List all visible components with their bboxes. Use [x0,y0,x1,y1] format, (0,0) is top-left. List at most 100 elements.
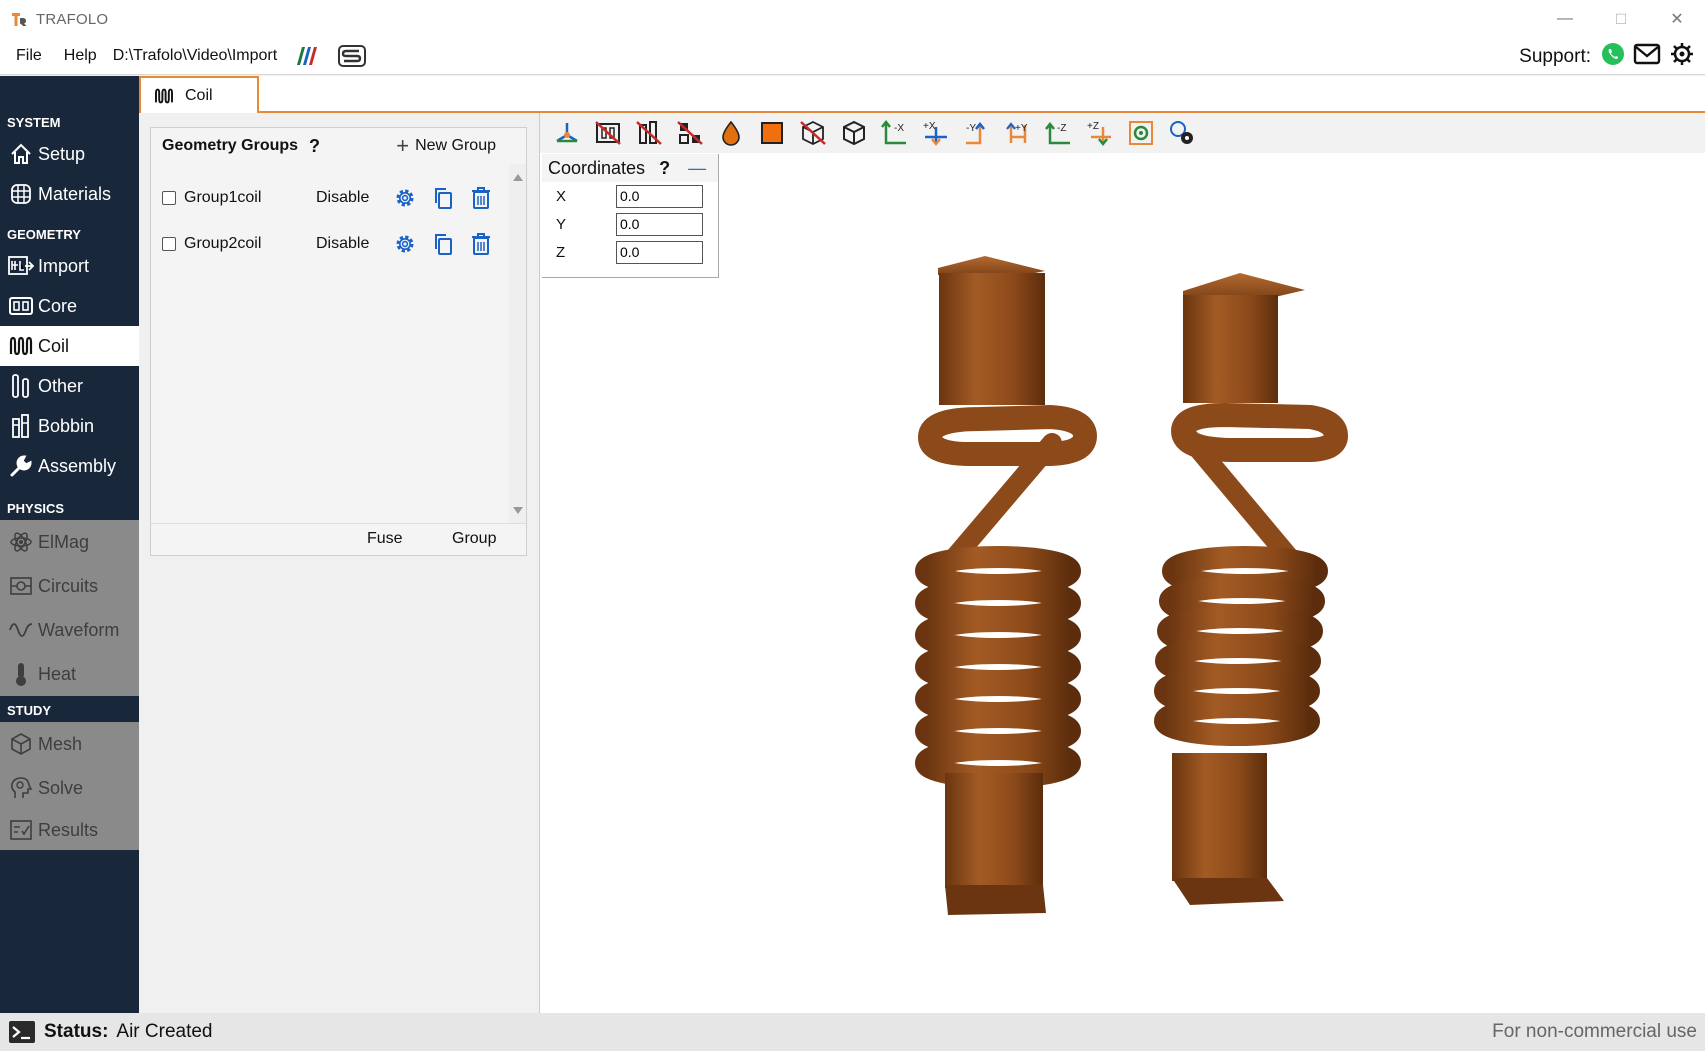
group-checkbox[interactable] [162,237,176,251]
minimize-button[interactable]: — [1537,0,1593,38]
sidebar-item-assembly[interactable]: Assembly [0,446,139,486]
group-name: Group1coil [184,189,262,206]
disable-button[interactable]: Disable [316,189,386,207]
hide-bobbin-icon[interactable] [628,115,669,151]
geometry-groups-panel: Geometry Groups ? + New Group Group1coil… [150,127,527,556]
whatsapp-icon[interactable] [1601,42,1625,71]
terminal-icon [8,1019,36,1045]
settings-gear-icon[interactable] [386,232,424,256]
sidebar-item-other[interactable]: Other [0,366,139,406]
sidebar-item-label: Waveform [38,619,120,640]
copy-icon[interactable] [424,232,462,256]
sidebar-item-coil[interactable]: Coil [0,326,139,366]
groups-scrollbar[interactable] [509,164,526,524]
view-neg-x-icon[interactable]: -X [874,115,915,151]
simulation-logo-icon[interactable] [337,44,367,68]
coil-right[interactable] [1154,273,1349,905]
sidebar-item-import[interactable]: Import [0,246,139,286]
solve-head-icon [8,775,34,801]
coil-scene[interactable] [540,153,1705,1013]
view-neg-z-icon[interactable]: -Z [1038,115,1079,151]
sidebar-item-label: Other [38,375,84,396]
axis-label: +X [923,121,936,132]
hide-core-icon[interactable] [587,115,628,151]
y-input[interactable] [616,212,703,236]
group-row: Group1coil Disable [151,174,509,222]
minimize-panel-button[interactable]: — [688,158,706,179]
materials-grid-icon [8,181,34,207]
disable-button[interactable]: Disable [316,235,386,253]
sidebar-item-label: ElMag [38,531,90,552]
sidebar-item-bobbin[interactable]: Bobbin [0,406,139,446]
tab-strip: Coil [139,76,1705,113]
x-label: X [556,187,567,205]
menu-help[interactable]: Help [64,47,97,65]
group-row: Group2coil Disable [151,220,509,268]
view-pos-x-icon[interactable]: +X [915,115,956,151]
sidebar-item-solve: Solve [0,766,139,810]
view-pos-z-icon[interactable]: +Z [1079,115,1120,151]
coil-left[interactable] [915,256,1098,915]
close-button[interactable]: ✕ [1649,0,1705,38]
settings-view-icon[interactable] [1161,115,1202,151]
view-neg-y-icon[interactable]: -Y [956,115,997,151]
sidebar-item-waveform: Waveform [0,608,139,652]
tab-coil[interactable]: Coil [139,76,259,113]
settings-gear-icon[interactable] [386,186,424,210]
copy-icon[interactable] [424,186,462,210]
coord-row-y: Y [542,210,718,238]
cube-view-icon[interactable] [833,115,874,151]
x-input[interactable] [616,184,703,208]
license-text: For non-commercial use [1492,1021,1697,1042]
sidebar-item-core[interactable]: Core [0,286,139,326]
material-drop-icon[interactable] [710,115,751,151]
app-title: TRAFOLO [36,10,109,28]
axis-label: +Z [1087,121,1099,132]
delete-icon[interactable] [462,186,500,210]
coordinates-help-button[interactable]: ? [659,158,670,179]
group-name: Group2coil [184,235,262,252]
bobbin-icon [8,413,34,439]
sidebar-item-label: Results [38,819,99,840]
wireframe-icon[interactable] [792,115,833,151]
partner-logo-icon[interactable] [291,45,323,67]
group-checkbox[interactable] [162,191,176,205]
3d-viewport[interactable]: -X +X -Y +Y -Z +Z Coordinates ? — X 0.0 … [539,113,1705,1013]
hide-other-icon[interactable] [669,115,710,151]
fuse-button[interactable]: Fuse [367,530,403,548]
axes-icon[interactable] [546,115,587,151]
project-path: D:\Trafolo\Video\Import [112,47,278,64]
help-button[interactable]: ? [309,136,320,157]
scroll-up-icon[interactable] [513,174,523,181]
sidebar-item-materials[interactable]: Materials [0,174,139,214]
status-label: Status: [44,1021,109,1042]
mail-icon[interactable] [1633,43,1661,70]
sidebar-item-heat: Heat [0,652,139,696]
results-icon [8,817,34,843]
group-button[interactable]: Group [452,530,496,548]
scroll-down-icon[interactable] [513,507,523,514]
fit-view-icon[interactable] [1120,115,1161,151]
section-physics: PHYSICS [7,501,65,516]
coil-icon [153,88,175,104]
tab-label: Coil [185,86,213,104]
trafolo-window: TRAFOLO — ☐ ✕ File Help D:\Trafolo\Video… [0,0,1705,1051]
support-label: Support: [1519,45,1591,67]
sidebar-item-label: Materials [38,183,112,204]
delete-icon[interactable] [462,232,500,256]
coord-row-z: Z [542,238,718,266]
z-input[interactable] [616,240,703,264]
title-bar: TRAFOLO — ☐ ✕ [0,0,1705,38]
new-group-button[interactable]: + New Group [396,135,496,157]
axis-label: -Y [966,123,976,134]
sidebar-item-label: Setup [38,143,86,164]
solid-view-icon[interactable] [751,115,792,151]
maximize-button[interactable]: ☐ [1593,0,1649,38]
coordinates-header: Coordinates ? — [542,154,718,182]
sidebar-item-setup[interactable]: Setup [0,134,139,174]
groups-title: Geometry Groups [162,137,299,154]
menu-file[interactable]: File [16,47,42,65]
bug-report-icon[interactable] [1669,41,1695,72]
view-pos-y-icon[interactable]: +Y [997,115,1038,151]
sidebar-item-label: Coil [38,335,70,356]
